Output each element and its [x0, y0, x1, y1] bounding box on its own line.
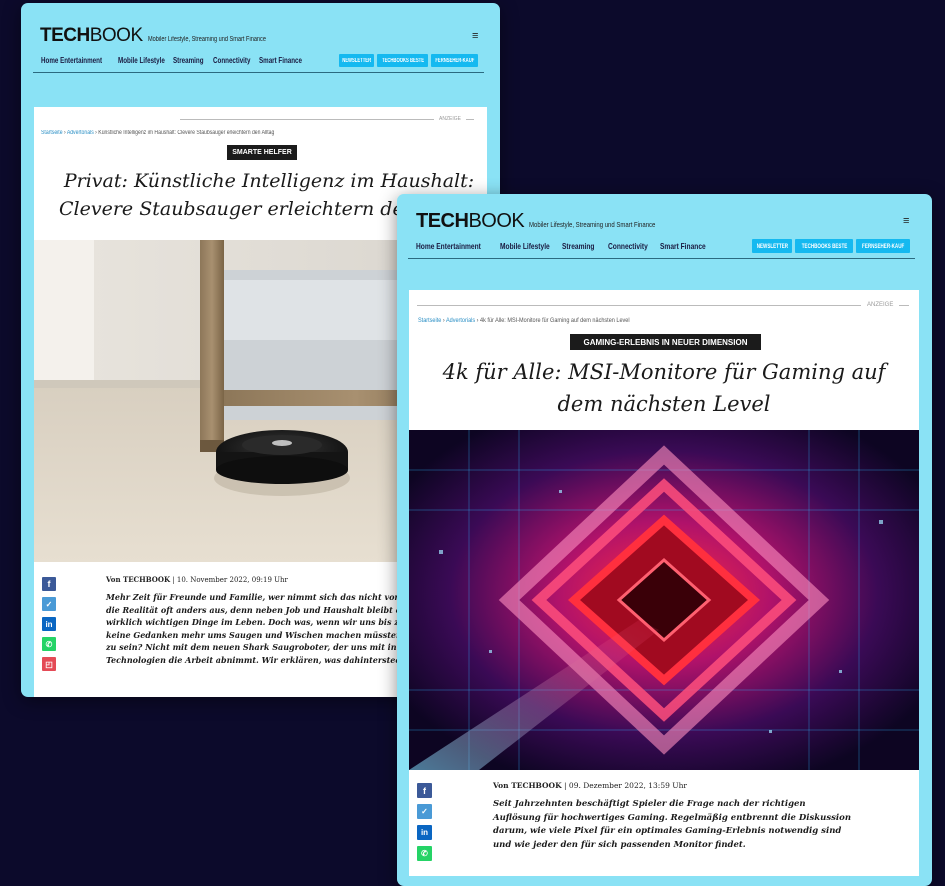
nav-divider [33, 72, 484, 73]
whatsapp-icon[interactable]: ✆ [42, 637, 56, 651]
twitter-icon[interactable]: ✓ [42, 597, 56, 611]
byline-date: 09. Dezember 2022, 13:59 Uhr [568, 781, 687, 790]
twitter-icon[interactable]: ✓ [417, 804, 432, 819]
article-lead: Seit Jahrzehnten beschäftigt Spieler die… [493, 799, 852, 850]
byline-author[interactable]: Von TECHBOOK [106, 575, 170, 584]
whatsapp-icon[interactable]: ✆ [417, 846, 432, 861]
breadcrumb-home[interactable]: Startseite [41, 130, 63, 136]
linkedin-icon[interactable]: in [417, 825, 432, 840]
breadcrumb-current: 4k für Alle: MSI-Monitore für Gaming auf… [480, 317, 630, 324]
article-screenshot-msi-monitor: TECH BOOK Mobiler Lifestyle, Streaming un… [397, 194, 932, 886]
ad-label: ANZEIGE [180, 116, 474, 122]
kicker-badge: SMARTE HELFER [227, 145, 297, 160]
nav-streaming[interactable]: Streaming [562, 241, 598, 251]
share-bar: f ✓ in ✆ ◰ [42, 577, 56, 671]
newsletter-button[interactable]: NEWSLETTER [752, 239, 792, 253]
facebook-icon[interactable]: f [417, 783, 432, 798]
linkedin-icon[interactable]: in [42, 617, 56, 631]
hero-image-gaming-chip [409, 430, 919, 770]
breadcrumb: Startseite › Advertorials › Künstliche I… [41, 130, 275, 136]
breadcrumb-advertorials[interactable]: Advertorials [67, 130, 94, 136]
brand-tagline: Mobiler Lifestyle, Streaming und Smart F… [147, 36, 266, 43]
techbook-logo[interactable]: TECH BOOK Mobiler Lifestyle, Streaming un… [40, 25, 295, 47]
nav-mobile-lifestyle[interactable]: Mobile Lifestyle [500, 241, 550, 251]
facebook-icon[interactable]: f [42, 577, 56, 591]
article-headline: 4k für Alle: MSI-Monitore für Gaming auf… [442, 360, 886, 416]
hamburger-menu-icon[interactable]: ≡ [903, 216, 909, 227]
nav-connectivity[interactable]: Connectivity [608, 241, 649, 251]
nav-smart-finance[interactable]: Smart Finance [660, 241, 706, 251]
nav-connectivity[interactable]: Connectivity [213, 56, 250, 65]
techbooks-beste-button[interactable]: TECHBOOKS BESTE [377, 54, 428, 67]
nav-mobile-lifestyle[interactable]: Mobile Lifestyle [118, 56, 165, 65]
ad-label: ANZEIGE [417, 302, 910, 308]
nav-streaming[interactable]: Streaming [173, 56, 204, 65]
article-body: ANZEIGE Startseite › Advertorials › 4k f… [409, 290, 919, 876]
nav-home-entertainment[interactable]: Home Entertainment [41, 56, 102, 65]
techbook-logo[interactable]: TECH BOOK Mobiler Lifestyle, Streaming un… [416, 210, 687, 233]
fernseher-kauf-button[interactable]: FERNSEHER-KAUF [856, 239, 910, 253]
breadcrumb: Startseite › Advertorials › 4k für Alle:… [418, 317, 630, 324]
hamburger-menu-icon[interactable]: ≡ [472, 31, 478, 42]
byline-author[interactable]: Von TECHBOOK [493, 781, 562, 790]
nav-smart-finance[interactable]: Smart Finance [259, 56, 302, 65]
byline: Von TECHBOOK | 09. Dezember 2022, 13:59 … [493, 781, 687, 790]
fernseher-kauf-button[interactable]: FERNSEHER-KAUF [431, 54, 478, 67]
techbooks-beste-button[interactable]: TECHBOOKS BESTE [795, 239, 853, 253]
byline-date: 10. November 2022, 09:19 Uhr [176, 576, 288, 584]
breadcrumb-advertorials[interactable]: Advertorials [446, 317, 475, 324]
flipboard-icon[interactable]: ◰ [42, 657, 56, 671]
breadcrumb-home[interactable]: Startseite [418, 317, 441, 324]
kicker-badge: GAMING-ERLEBNIS IN NEUER DIMENSION [570, 334, 761, 350]
newsletter-button[interactable]: NEWSLETTER [339, 54, 374, 67]
brand-tagline: Mobiler Lifestyle, Streaming und Smart F… [529, 220, 656, 229]
share-bar: f ✓ in ✆ [417, 783, 432, 861]
nav-home-entertainment[interactable]: Home Entertainment [416, 241, 482, 251]
nav-divider [408, 258, 915, 259]
byline: Von TECHBOOK | 10. November 2022, 09:19 … [106, 575, 288, 584]
breadcrumb-current: Künstliche Intelligenz im Haushalt: Clev… [98, 130, 275, 136]
